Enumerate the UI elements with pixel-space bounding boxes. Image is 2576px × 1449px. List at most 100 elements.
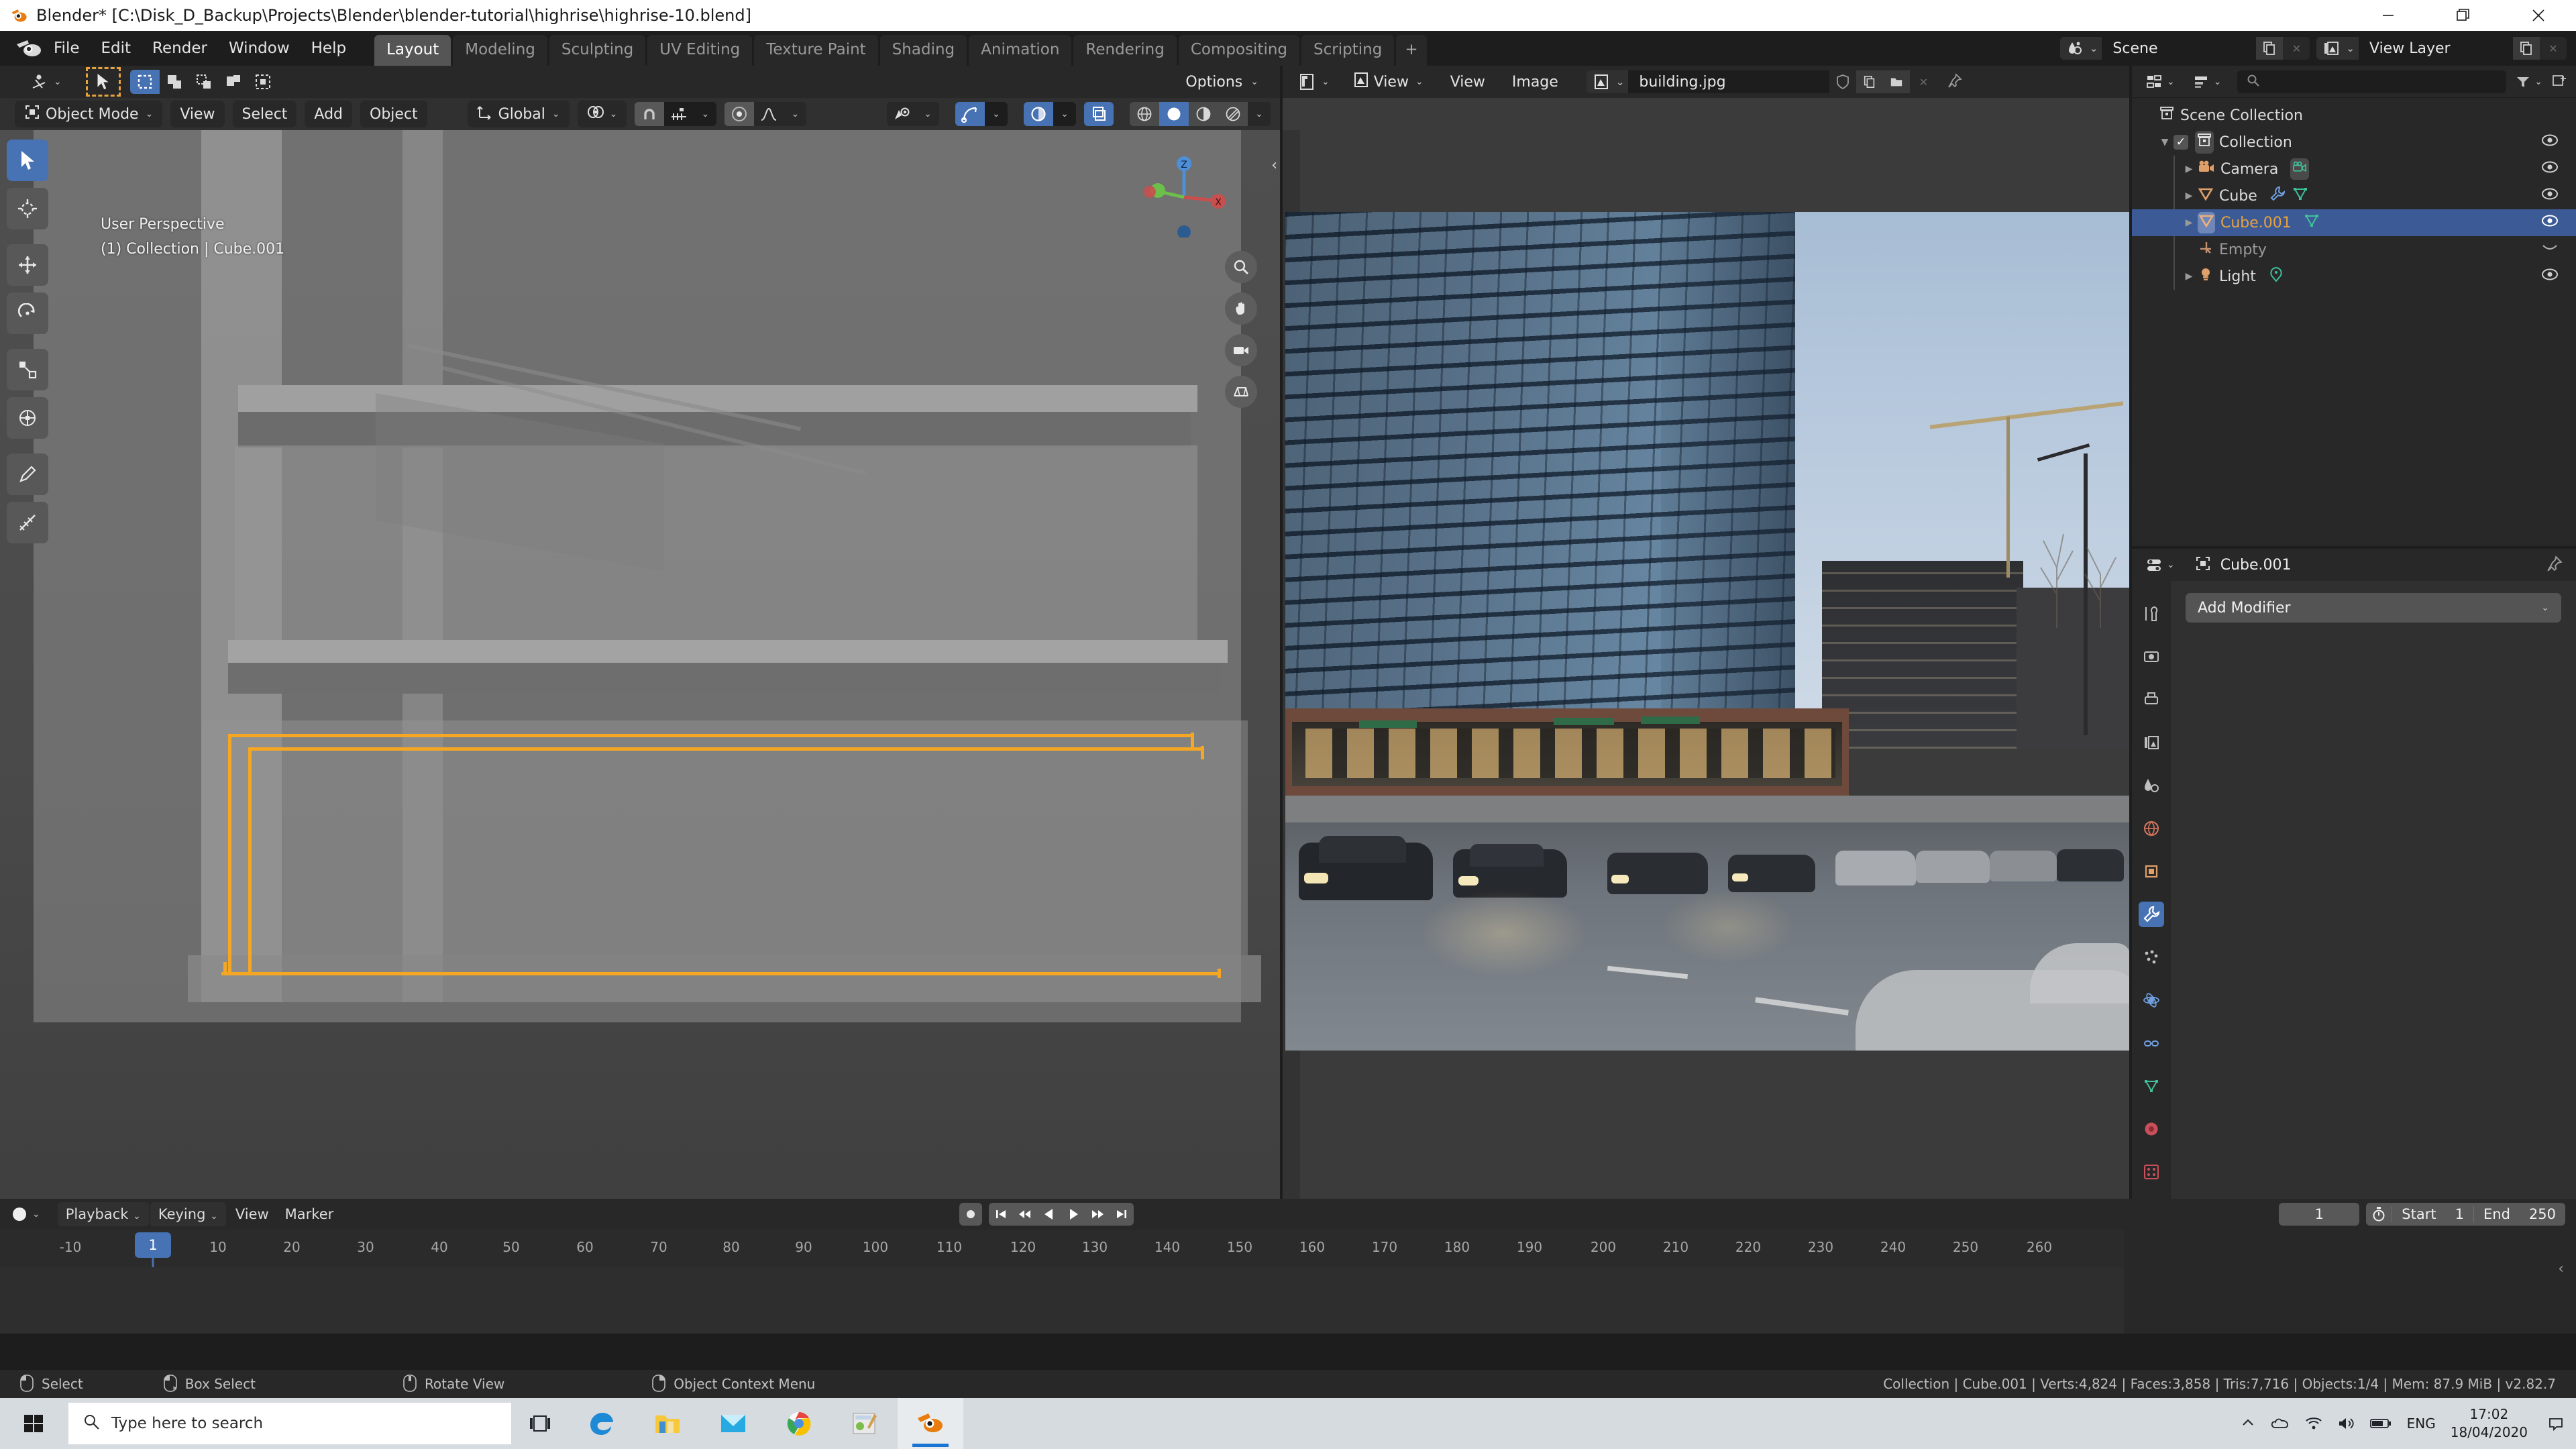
timeline-ruler[interactable]: -10 10 20 30 40 50 60 70 80 90 100 110 1… bbox=[0, 1230, 2124, 1325]
particles-props-icon[interactable] bbox=[2139, 945, 2164, 970]
new-datablock-icon[interactable] bbox=[2513, 37, 2540, 60]
wireframe-icon[interactable] bbox=[1130, 102, 1159, 126]
object-props-icon[interactable] bbox=[2139, 859, 2164, 884]
select-mode-group[interactable] bbox=[129, 70, 278, 94]
file-explorer-icon[interactable] bbox=[635, 1398, 700, 1449]
solid-icon[interactable] bbox=[1159, 102, 1189, 126]
volume-icon[interactable] bbox=[2337, 1416, 2355, 1431]
record-icon[interactable] bbox=[959, 1203, 982, 1226]
view-layer-datablock[interactable]: ⌄ View Layer ✕ bbox=[2316, 37, 2567, 60]
chevron-down-icon[interactable]: ⌄ bbox=[694, 102, 717, 126]
gizmo-group[interactable]: ⌄ bbox=[955, 102, 1008, 126]
frame-range-fields[interactable]: Start 1 End 250 bbox=[2366, 1203, 2565, 1226]
unlink-icon[interactable]: ✕ bbox=[2283, 37, 2310, 60]
pin-icon[interactable] bbox=[2546, 555, 2563, 574]
light-data-icon[interactable] bbox=[2268, 266, 2284, 286]
blender-icon[interactable] bbox=[898, 1398, 963, 1449]
chevron-down-icon[interactable]: ⌄ bbox=[985, 102, 1008, 126]
material-props-icon[interactable] bbox=[2139, 1116, 2164, 1142]
modifier-props-icon[interactable] bbox=[2139, 902, 2164, 927]
eye-icon[interactable] bbox=[2541, 268, 2559, 285]
navigation-gizmo[interactable]: Z X bbox=[1140, 150, 1228, 239]
edge-icon[interactable] bbox=[569, 1398, 635, 1449]
transform-tool-icon[interactable] bbox=[7, 397, 48, 439]
collection-checkbox[interactable]: ✓ bbox=[2174, 135, 2188, 150]
pivot-point-selector[interactable]: ⌄ bbox=[577, 101, 627, 127]
menu-render[interactable]: Render bbox=[143, 36, 217, 61]
pin-icon[interactable] bbox=[1947, 73, 1963, 91]
new-collection-icon[interactable] bbox=[2552, 73, 2567, 91]
viewport-3d-canvas[interactable]: User Perspective (1) Collection | Cube.0… bbox=[0, 130, 1280, 1262]
outliner-panel[interactable]: ⌄ ⌄ ⌄ Scene Collection ▼ ✓ Collection ▶ … bbox=[2132, 66, 2576, 546]
paint-icon[interactable] bbox=[832, 1398, 898, 1449]
add-workspace-button[interactable]: + bbox=[1396, 35, 1427, 66]
show-hidden-icon[interactable] bbox=[2241, 1416, 2255, 1431]
image-name[interactable]: building.jpg bbox=[1628, 70, 1830, 93]
mesh-data-icon[interactable] bbox=[2292, 186, 2308, 206]
restore-icon[interactable] bbox=[2426, 0, 2501, 31]
shield-icon[interactable] bbox=[1829, 70, 1857, 93]
output-icon[interactable] bbox=[2139, 687, 2164, 712]
timeline-editor[interactable]: ⌄ Playback ⌄ Keying ⌄ View Marker 1 Star… bbox=[0, 1199, 2576, 1334]
snap-target-icon[interactable] bbox=[664, 102, 694, 126]
menu-help[interactable]: Help bbox=[302, 36, 356, 61]
task-view-icon[interactable] bbox=[511, 1398, 569, 1449]
add-modifier-button[interactable]: Add Modifier ⌄ bbox=[2186, 593, 2561, 623]
viewport-menu-select[interactable]: Select bbox=[232, 101, 297, 127]
viewport-menu-object[interactable]: Object bbox=[360, 101, 427, 127]
proportional-edit-group[interactable]: ⌄ bbox=[724, 102, 807, 126]
constraints-props-icon[interactable] bbox=[2139, 1030, 2164, 1056]
timeline-sidebar-toggle-icon[interactable]: ‹ bbox=[2558, 1260, 2564, 1277]
magnet-icon[interactable] bbox=[635, 102, 665, 126]
measure-tool-icon[interactable] bbox=[7, 502, 48, 543]
select-box-tool-icon[interactable] bbox=[7, 140, 48, 181]
network-icon[interactable] bbox=[2305, 1416, 2322, 1431]
hand-pan-icon[interactable] bbox=[1225, 292, 1257, 325]
cursor-tool-icon[interactable] bbox=[7, 188, 48, 229]
taskbar-search-input[interactable]: Type here to search bbox=[68, 1403, 511, 1444]
tab-layout[interactable]: Layout bbox=[374, 35, 451, 66]
mesh-data-icon[interactable] bbox=[2304, 213, 2320, 233]
select-invert-icon[interactable] bbox=[219, 70, 248, 94]
eye-icon[interactable] bbox=[2541, 187, 2559, 205]
tab-rendering[interactable]: Rendering bbox=[1073, 35, 1177, 66]
outliner-display-mode[interactable]: ⌄ bbox=[2188, 69, 2227, 94]
menu-window[interactable]: Window bbox=[219, 36, 299, 61]
prev-keyframe-icon[interactable] bbox=[1013, 1203, 1037, 1226]
scene-props-icon[interactable] bbox=[2139, 773, 2164, 798]
menu-file[interactable]: File bbox=[44, 36, 89, 61]
move-tool-icon[interactable] bbox=[7, 244, 48, 286]
taskbar-clock[interactable]: 17:02 18/04/2020 bbox=[2451, 1405, 2528, 1442]
sidebar-toggle-icon[interactable]: ‹ bbox=[1271, 157, 1277, 174]
mail-icon[interactable] bbox=[700, 1398, 766, 1449]
annotate-tool-icon[interactable] bbox=[7, 453, 48, 495]
editor-type-selector[interactable]: ⌄ bbox=[7, 1202, 46, 1226]
image-datablock[interactable]: ⌄ building.jpg ✕ bbox=[1586, 70, 1937, 93]
view-layer-name[interactable]: View Layer bbox=[2359, 37, 2513, 60]
proportional-edit-icon[interactable] bbox=[724, 102, 755, 126]
chevron-down-icon[interactable]: ⌄ bbox=[1248, 102, 1271, 126]
tab-sculpting[interactable]: Sculpting bbox=[549, 35, 646, 66]
jump-start-icon[interactable] bbox=[989, 1203, 1013, 1226]
chevron-down-icon[interactable]: ⌄ bbox=[916, 102, 939, 126]
image-editor-canvas[interactable] bbox=[1283, 98, 2129, 1294]
snap-group[interactable]: ⌄ bbox=[635, 102, 717, 126]
new-datablock-icon[interactable] bbox=[2256, 37, 2284, 60]
viewport-3d[interactable]: ⌄ Options ⌄ Object Mode ⌄ View Select Ad… bbox=[0, 66, 1280, 1262]
image-editor-menu-image[interactable]: Image bbox=[1503, 68, 1568, 95]
current-frame-input[interactable]: 1 bbox=[2279, 1203, 2360, 1226]
scene-datablock[interactable]: ⌄ Scene ✕ bbox=[2059, 37, 2310, 60]
tab-uv-editing[interactable]: UV Editing bbox=[647, 35, 753, 66]
chevron-right-icon[interactable]: ▶ bbox=[2180, 164, 2198, 174]
play-icon[interactable] bbox=[1061, 1203, 1085, 1226]
eye-icon[interactable] bbox=[2541, 160, 2559, 178]
select-intersect-icon[interactable] bbox=[248, 70, 278, 94]
outliner-item-empty[interactable]: Empty bbox=[2132, 236, 2576, 263]
timeline-menu-marker[interactable]: Marker bbox=[277, 1202, 342, 1226]
viewport-options-button[interactable]: Options ⌄ bbox=[1176, 68, 1268, 95]
camera-view-icon[interactable] bbox=[1225, 334, 1257, 366]
play-reverse-icon[interactable] bbox=[1037, 1203, 1061, 1226]
tab-texture-paint[interactable]: Texture Paint bbox=[754, 35, 878, 66]
zoom-icon[interactable] bbox=[1225, 251, 1257, 283]
chevron-right-icon[interactable]: ▶ bbox=[2180, 271, 2198, 282]
